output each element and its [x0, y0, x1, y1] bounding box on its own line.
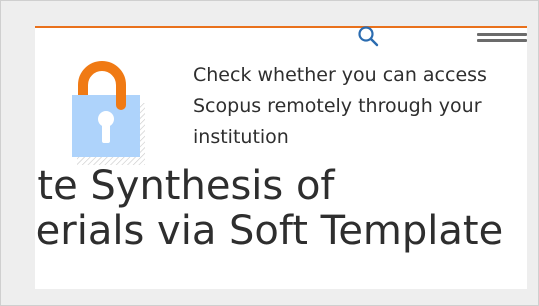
- article-title-line-1: -site Synthesis of: [35, 163, 335, 209]
- open-padlock-icon: [72, 61, 145, 165]
- search-icon: [358, 26, 379, 47]
- search-button[interactable]: [353, 26, 385, 48]
- remote-access-link[interactable]: Check whether you can access Scopus remo…: [193, 60, 493, 153]
- menu-button[interactable]: [471, 30, 527, 50]
- header-accent-rule: [35, 26, 527, 28]
- browser-viewport: -site Synthesis of terials via Soft Temp…: [0, 0, 539, 306]
- hamburger-menu-icon-bar: [477, 39, 527, 42]
- article-page: -site Synthesis of terials via Soft Temp…: [35, 26, 527, 289]
- article-title-line-2: terials via Soft Template: [35, 208, 504, 254]
- hamburger-menu-icon: [477, 33, 527, 36]
